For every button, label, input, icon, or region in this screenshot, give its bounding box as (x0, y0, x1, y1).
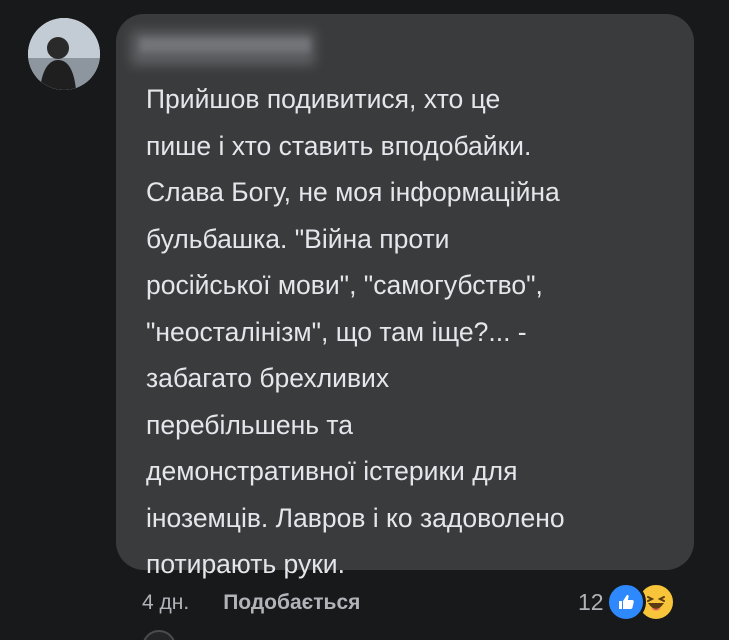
reactions-summary[interactable]: 12 (578, 582, 676, 622)
comment-actions: 4 дн. Подобається (142, 588, 360, 618)
comment-thread: Прийшов подивитися, хто це пише і хто ст… (0, 0, 729, 640)
comment-timestamp[interactable]: 4 дн. (142, 591, 189, 615)
comment-text: Прийшов подивитися, хто це пише і хто ст… (146, 84, 565, 579)
reaction-count: 12 (578, 588, 604, 615)
avatar-photo (28, 18, 100, 90)
author-name-redaction-band (140, 38, 310, 52)
like-button[interactable]: Подобається (223, 591, 360, 615)
next-comment-avatar[interactable] (142, 630, 176, 640)
like-icon (605, 582, 646, 622)
avatar[interactable] (28, 18, 100, 90)
